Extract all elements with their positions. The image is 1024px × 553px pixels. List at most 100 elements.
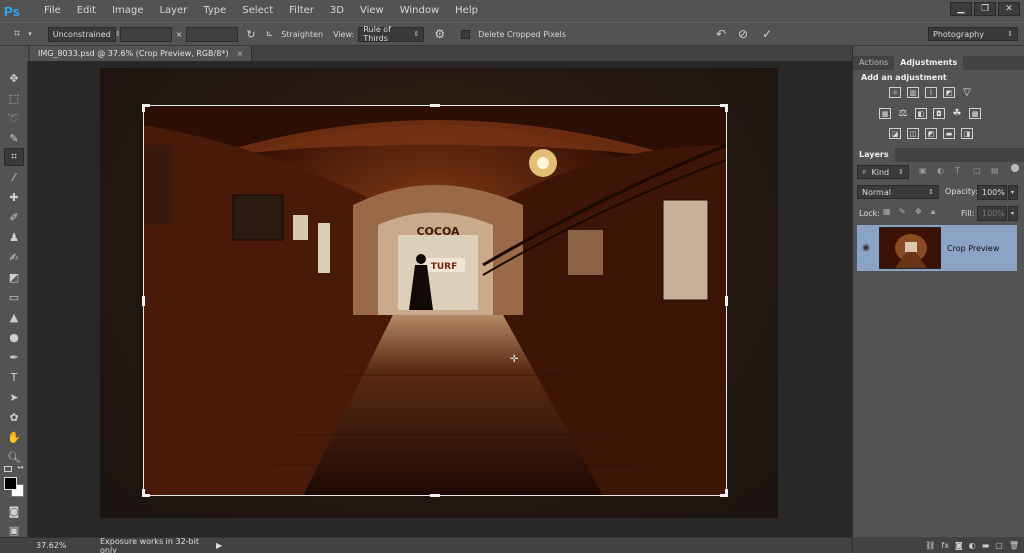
quick-select-tool-icon[interactable]: ✎ <box>4 129 24 147</box>
layer-style-icon[interactable]: fx <box>941 541 949 550</box>
menu-image[interactable]: Image <box>104 0 151 22</box>
fill-dropdown-button[interactable]: ▾ <box>1008 206 1018 221</box>
lasso-tool-icon[interactable]: ➰ <box>4 109 24 127</box>
kind-filter-select[interactable]: ⌕ Kind ⇕ <box>857 165 909 179</box>
crop-pivot-icon[interactable]: ✛ <box>510 354 518 365</box>
swap-colors-icon[interactable]: ↔ <box>17 463 24 472</box>
exposure-icon[interactable]: ◩ <box>943 87 955 98</box>
width-field[interactable] <box>119 26 172 42</box>
type-tool-icon[interactable]: T <box>4 368 24 386</box>
layer-name[interactable]: Crop Preview <box>947 244 999 253</box>
hand-tool-icon[interactable]: ✋ <box>4 428 24 446</box>
new-adjustment-icon[interactable]: ◐ <box>969 541 976 550</box>
height-field[interactable] <box>186 26 239 42</box>
black-white-icon[interactable]: ◧ <box>915 108 927 119</box>
lock-image-icon[interactable]: ✎ <box>899 207 906 216</box>
tab-adjustments[interactable]: Adjustments <box>894 56 964 70</box>
new-group-icon[interactable]: ▬ <box>982 541 990 550</box>
menu-help[interactable]: Help <box>447 0 486 22</box>
hue-saturation-icon[interactable]: ▦ <box>879 108 891 119</box>
history-brush-tool-icon[interactable]: ✍ <box>4 248 24 266</box>
opacity-input[interactable]: 100% <box>977 185 1007 200</box>
delete-cropped-checkbox[interactable] <box>461 29 471 39</box>
blur-tool-icon[interactable]: ▲ <box>4 308 24 326</box>
brightness-icon[interactable]: ☼ <box>889 87 901 98</box>
minimize-button[interactable]: ▁ <box>950 2 972 16</box>
fill-input[interactable]: 100% <box>977 206 1007 221</box>
gradient-map-icon[interactable]: ▬ <box>943 128 955 139</box>
menu-3d[interactable]: 3D <box>322 0 352 22</box>
close-tab-icon[interactable]: × <box>236 49 243 58</box>
crop-tool-icon[interactable]: ⌗ <box>14 27 20 41</box>
lock-transparent-icon[interactable]: ▦ <box>883 207 891 216</box>
view-select[interactable]: Rule of Thirds ⇕ <box>358 25 425 43</box>
pen-tool-icon[interactable]: ✒ <box>4 348 24 366</box>
add-mask-icon[interactable]: ◙ <box>955 541 963 550</box>
close-button[interactable]: ✕ <box>998 2 1020 16</box>
ratio-select[interactable]: Unconstrained ⇕ <box>47 26 121 42</box>
new-layer-icon[interactable]: ▢ <box>995 541 1003 550</box>
menu-select[interactable]: Select <box>234 0 281 22</box>
levels-icon[interactable]: ▥ <box>907 87 919 98</box>
layer-row-crop-preview[interactable]: ◉ Crop Preview <box>857 225 1017 271</box>
restore-button[interactable]: ❐ <box>974 2 996 16</box>
clone-stamp-tool-icon[interactable]: ♟ <box>4 228 24 246</box>
link-layers-icon[interactable]: ⛓ <box>925 541 935 550</box>
quick-mask-icon[interactable]: ◙ <box>4 502 24 520</box>
tool-preset-dropdown-icon[interactable]: ▾ <box>28 30 32 38</box>
dodge-tool-icon[interactable]: ● <box>4 328 24 346</box>
photo-filter-icon[interactable]: ◘ <box>933 108 945 119</box>
menu-type[interactable]: Type <box>195 0 234 22</box>
delete-layer-icon[interactable]: 🗑︎ <box>1009 541 1019 550</box>
tab-actions[interactable]: Actions <box>853 56 894 70</box>
reset-icon[interactable]: ↶ <box>716 27 726 41</box>
threshold-icon[interactable]: ◩ <box>925 128 937 139</box>
tunnel-photo[interactable]: COCOA TURF <box>143 105 727 496</box>
color-balance-icon[interactable]: ⚖ <box>897 108 909 119</box>
clear-swap-icon[interactable]: ↻ <box>246 28 255 41</box>
filter-type-icon[interactable]: T <box>955 166 960 175</box>
brush-tool-icon[interactable]: ✐ <box>4 208 24 226</box>
move-tool-icon[interactable]: ✥ <box>4 69 24 87</box>
menu-file[interactable]: File <box>36 0 69 22</box>
lock-all-icon[interactable]: 🔒︎ <box>931 207 935 217</box>
zoom-level[interactable]: 37.62% <box>0 541 67 550</box>
straighten-icon[interactable]: ⊾ <box>266 29 274 39</box>
menu-layer[interactable]: Layer <box>151 0 195 22</box>
menu-view[interactable]: View <box>352 0 392 22</box>
eraser-tool-icon[interactable]: ◩ <box>4 268 24 286</box>
menu-window[interactable]: Window <box>392 0 447 22</box>
gear-icon[interactable]: ⚙ <box>434 27 445 41</box>
menu-edit[interactable]: Edit <box>69 0 104 22</box>
crop-tool-icon[interactable]: ⌗ <box>4 148 24 166</box>
eyedropper-tool-icon[interactable]: ⁄ <box>4 168 24 186</box>
filter-toggle-icon[interactable] <box>1011 164 1019 172</box>
path-selection-tool-icon[interactable]: ➤ <box>4 388 24 406</box>
channel-mixer-icon[interactable]: ☘ <box>951 108 963 119</box>
visibility-eye-icon[interactable]: ◉ <box>857 243 875 253</box>
shape-tool-icon[interactable]: ✿ <box>4 408 24 426</box>
document-canvas[interactable]: COCOA TURF ✛ <box>28 61 852 537</box>
delete-cropped-label[interactable]: Delete Cropped Pixels <box>478 30 566 39</box>
menu-filter[interactable]: Filter <box>281 0 322 22</box>
gradient-tool-icon[interactable]: ▭ <box>4 288 24 306</box>
status-menu-arrow-icon[interactable]: ▶ <box>216 541 222 550</box>
workspace-select[interactable]: Photography ⇕ <box>928 27 1018 41</box>
document-tab[interactable]: IMG_8033.psd @ 37.6% (Crop Preview, RGB/… <box>30 46 253 61</box>
lock-position-icon[interactable]: ✥ <box>915 207 922 216</box>
marquee-tool-icon[interactable]: ⬚ <box>4 89 24 107</box>
default-colors-icon[interactable] <box>4 466 12 472</box>
tab-layers[interactable]: Layers <box>853 148 895 162</box>
foreground-color-swatch[interactable] <box>4 477 17 490</box>
vibrance-icon[interactable]: ▽ <box>961 87 973 98</box>
color-lookup-icon[interactable]: ▩ <box>969 108 981 119</box>
healing-brush-tool-icon[interactable]: ✚ <box>4 188 24 206</box>
filter-pixel-icon[interactable]: ▣ <box>919 166 927 175</box>
filter-adjustment-icon[interactable]: ◐ <box>937 166 944 175</box>
blend-mode-select[interactable]: Normal ⇕ <box>857 185 939 199</box>
cancel-icon[interactable]: ⊘ <box>738 27 748 41</box>
commit-check-icon[interactable]: ✓ <box>762 27 772 41</box>
filter-shape-icon[interactable]: ▢ <box>973 166 981 175</box>
straighten-label[interactable]: Straighten <box>281 30 323 39</box>
invert-icon[interactable]: ◪ <box>889 128 901 139</box>
